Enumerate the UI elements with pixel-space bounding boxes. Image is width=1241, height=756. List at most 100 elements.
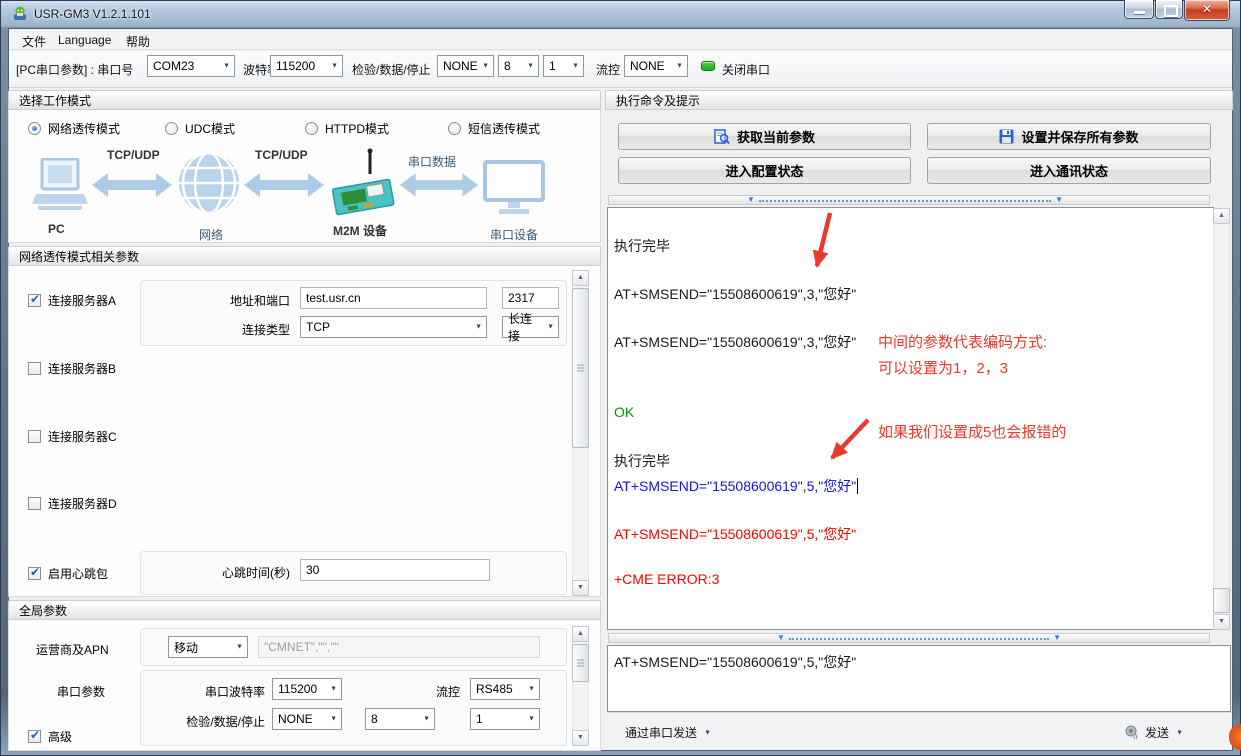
- databits-select[interactable]: 8: [498, 55, 539, 77]
- serial-baud-label: 串口波特率: [165, 683, 265, 700]
- radio-label: UDC模式: [185, 120, 235, 137]
- serial-baud-select[interactable]: 115200: [272, 678, 342, 700]
- terminal-line: AT+SMSEND="15508600619",5,"您好": [614, 524, 856, 544]
- button-label: 发送: [1145, 724, 1169, 741]
- serial-databits-select[interactable]: 8: [365, 708, 435, 730]
- scroll-thumb[interactable]: [572, 644, 589, 682]
- com-port-select[interactable]: COM23: [147, 55, 235, 77]
- carrier-value: 移动: [174, 639, 198, 656]
- heartbeat-time-input[interactable]: [300, 559, 490, 581]
- send-button[interactable]: 发送: [1125, 724, 1183, 741]
- conn-type-value: TCP: [306, 320, 330, 334]
- scroll-down-button[interactable]: [572, 730, 589, 746]
- menu-language[interactable]: Language: [54, 32, 115, 48]
- save-params-button[interactable]: 设置并保存所有参数: [927, 123, 1211, 150]
- checkbox-icon: [28, 567, 41, 580]
- horn-icon: [1125, 725, 1140, 740]
- terminal-line: OK: [614, 404, 634, 420]
- work-mode-header: 选择工作模式: [8, 90, 601, 110]
- checkbox-icon: [28, 497, 41, 510]
- checkbox-label: 高级: [48, 728, 72, 745]
- server-a-port-input[interactable]: [502, 287, 559, 309]
- enter-config-button[interactable]: 进入配置状态: [618, 157, 911, 184]
- menu-file[interactable]: 文件: [18, 32, 50, 51]
- server-a-address-input[interactable]: [300, 287, 487, 309]
- server-a-checkbox[interactable]: 连接服务器A: [28, 292, 116, 309]
- serial-flow-label: 流控: [408, 683, 460, 700]
- radio-dot-icon: [448, 122, 461, 135]
- serial-flow-select[interactable]: RS485: [470, 678, 540, 700]
- m2m-device-icon: [328, 148, 398, 220]
- get-params-button[interactable]: 获取当前参数: [618, 123, 911, 150]
- save-floppy-icon: [999, 129, 1014, 144]
- serial-parity-select[interactable]: NONE: [272, 708, 342, 730]
- conn-mode-select[interactable]: 长连接: [502, 316, 559, 338]
- stopbits-select[interactable]: 1: [543, 55, 584, 77]
- databits-value: 8: [504, 59, 511, 73]
- menu-help[interactable]: 帮助: [122, 32, 154, 51]
- serial-parity-label: 检验/数据/停止: [165, 713, 265, 730]
- heartbeat-checkbox[interactable]: 启用心跳包: [28, 565, 108, 582]
- red-arrow-2: [832, 420, 868, 458]
- send-via-serial-dropdown[interactable]: 通过串口发送: [625, 724, 711, 741]
- server-b-checkbox[interactable]: 连接服务器B: [28, 360, 116, 377]
- checkbox-icon: [28, 362, 41, 375]
- button-label: 获取当前参数: [737, 127, 815, 146]
- maximize-button[interactable]: [1155, 0, 1183, 19]
- serial-stopbits-select[interactable]: 1: [470, 708, 540, 730]
- link-serial-data: 串口数据: [408, 153, 456, 170]
- annotation-encoding-1: 中间的参数代表编码方式:: [878, 331, 1047, 352]
- terminal-scrollbar[interactable]: [1213, 208, 1230, 630]
- enter-comm-button[interactable]: 进入通讯状态: [927, 157, 1211, 184]
- send-textarea[interactable]: AT+SMSEND="15508600619",5,"您好": [607, 645, 1231, 712]
- red-arrows-overlay: [608, 208, 1213, 629]
- terminal-line: AT+SMSEND="15508600619",3,"您好": [614, 284, 856, 304]
- baud-select[interactable]: 115200: [270, 55, 343, 77]
- scroll-down-button[interactable]: [572, 580, 589, 596]
- radio-dot-icon: [305, 122, 318, 135]
- radio-net-passthrough[interactable]: 网络透传模式: [28, 120, 120, 137]
- dropdown-label: 通过串口发送: [625, 724, 697, 741]
- scroll-thumb[interactable]: [572, 288, 589, 448]
- serial-monitor-icon: [483, 160, 545, 216]
- conn-type-select[interactable]: TCP: [300, 316, 487, 338]
- splitter-bottom[interactable]: [608, 633, 1210, 643]
- checkbox-label: 连接服务器A: [48, 292, 116, 309]
- send-bottom-bar: 通过串口发送 发送: [607, 712, 1231, 749]
- server-c-checkbox[interactable]: 连接服务器C: [28, 428, 117, 445]
- conn-mode-value: 长连接: [508, 310, 542, 344]
- scroll-thumb[interactable]: [1213, 588, 1230, 613]
- radio-httpd-mode[interactable]: HTTPD模式: [305, 120, 389, 137]
- checkbox-icon: [28, 730, 41, 743]
- terminal-line: AT+SMSEND="15508600619",5,"您好": [614, 476, 858, 496]
- parity-select[interactable]: NONE: [437, 55, 494, 77]
- minimize-button[interactable]: [1124, 0, 1154, 19]
- scroll-up-button[interactable]: [572, 270, 589, 286]
- server-d-checkbox[interactable]: 连接服务器D: [28, 495, 117, 512]
- serial-baud-value: 115200: [278, 682, 317, 696]
- com-port-value: COM23: [153, 59, 194, 73]
- terminal-log[interactable]: 执行完毕 AT+SMSEND="15508600619",3,"您好" AT+S…: [607, 207, 1214, 630]
- heartbeat-time-label: 心跳时间(秒): [150, 564, 290, 581]
- scroll-up-button[interactable]: [572, 626, 589, 642]
- close-port-label: 关闭串口: [722, 61, 770, 78]
- checkbox-label: 连接服务器C: [48, 428, 117, 445]
- advanced-checkbox[interactable]: 高级: [28, 728, 72, 745]
- link-tcp-udp-1: TCP/UDP: [107, 148, 160, 162]
- button-label: 进入通讯状态: [1030, 161, 1108, 180]
- annotation-error-note: 如果我们设置成5也会报错的: [878, 421, 1066, 442]
- app-window: USR-GM3 V1.2.1.101 文件 Language 帮助 [PC串口参…: [0, 0, 1241, 756]
- port-open-led-icon: [701, 61, 715, 71]
- flow-select[interactable]: NONE: [624, 55, 688, 77]
- scroll-up-button[interactable]: [1213, 208, 1230, 224]
- close-button[interactable]: [1184, 0, 1230, 21]
- stopbits-value: 1: [549, 59, 556, 73]
- splitter-top[interactable]: [608, 195, 1210, 205]
- radio-udc-mode[interactable]: UDC模式: [165, 120, 235, 137]
- scroll-down-button[interactable]: [1213, 614, 1230, 630]
- carrier-select[interactable]: 移动: [168, 636, 248, 658]
- checkbox-icon: [28, 430, 41, 443]
- serial-flow-value: RS485: [476, 682, 513, 696]
- radio-sms-passthrough[interactable]: 短信透传模式: [448, 120, 540, 137]
- checkbox-label: 启用心跳包: [48, 565, 108, 582]
